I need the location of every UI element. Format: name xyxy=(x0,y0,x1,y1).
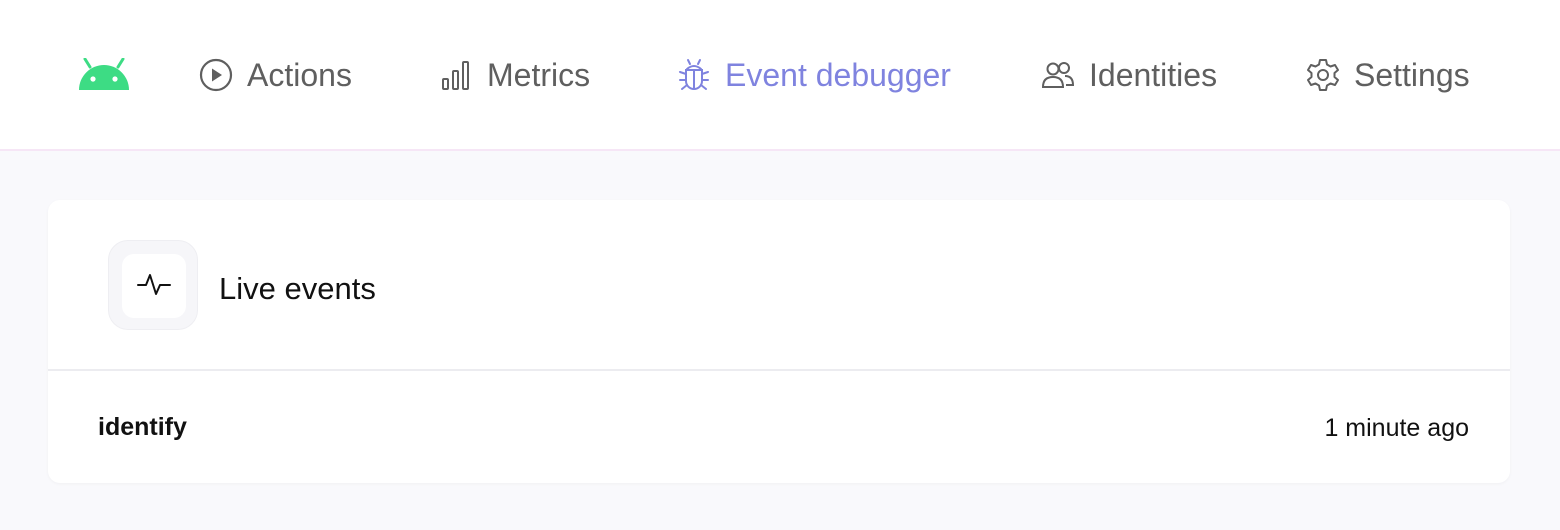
nav-item-identities[interactable]: Identities xyxy=(1040,50,1217,100)
event-timestamp: 1 minute ago xyxy=(1324,414,1469,442)
nav-item-label: Settings xyxy=(1354,56,1470,93)
activity-icon xyxy=(137,269,171,304)
card-title: Live events xyxy=(219,271,376,306)
card-header: Live events xyxy=(48,200,1510,371)
bug-icon xyxy=(676,57,712,93)
activity-icon-container xyxy=(108,240,198,330)
users-icon xyxy=(1040,57,1076,93)
android-icon[interactable] xyxy=(77,57,131,92)
play-circle-icon xyxy=(198,57,234,93)
event-name: identify xyxy=(98,413,187,441)
bar-chart-icon xyxy=(438,57,474,93)
nav-item-label: Metrics xyxy=(487,56,591,93)
gear-icon xyxy=(1305,57,1341,93)
nav-item-actions[interactable]: Actions xyxy=(198,50,352,100)
nav-item-event-debugger[interactable]: Event debugger xyxy=(676,50,951,100)
event-row[interactable]: identify 1 minute ago xyxy=(48,373,1510,483)
nav-item-label: Identities xyxy=(1089,56,1218,93)
top-navigation-bar: Actions Metrics Event debugger Identitie… xyxy=(0,0,1560,151)
nav-item-label: Event debugger xyxy=(725,56,951,93)
nav-item-settings[interactable]: Settings xyxy=(1305,50,1470,100)
nav-item-label: Actions xyxy=(247,56,352,93)
live-events-card: Live events identify 1 minute ago xyxy=(48,200,1510,483)
nav-item-metrics[interactable]: Metrics xyxy=(438,50,590,100)
